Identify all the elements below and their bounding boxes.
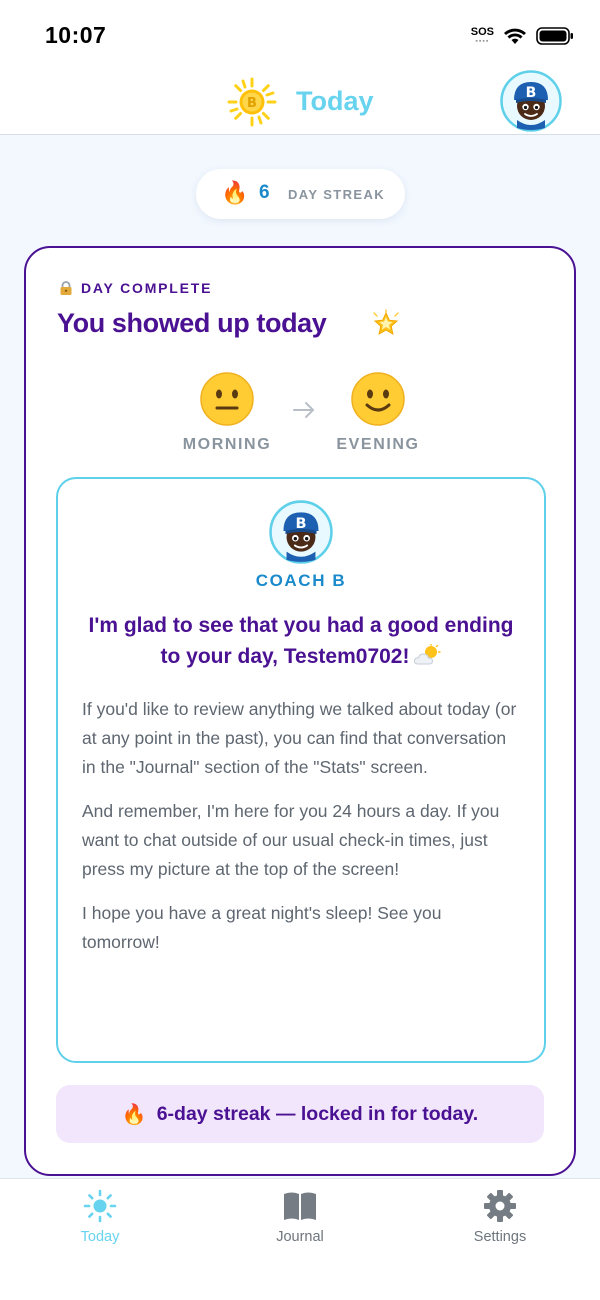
coach-paragraph: If you'd like to review anything we talk… — [82, 699, 517, 777]
coach-avatar-letter: B — [295, 516, 306, 532]
wifi-icon — [504, 28, 526, 44]
coach-headline: I'm glad to see that you had a good endi… — [88, 610, 514, 672]
streak-pill: 🔥 6 DAY STREAK — [196, 169, 405, 219]
streak-locked-text: 6-day streak — locked in for today. — [156, 1102, 479, 1125]
coach-message-body: If you'd like to review anything we talk… — [82, 695, 522, 972]
gear-icon — [484, 1190, 516, 1222]
status-icons: SOS ▪▪▪▪ — [471, 24, 574, 48]
day-complete-card: DAY COMPLETE You showed up today MORNING… — [24, 246, 576, 1176]
day-complete-header: DAY COMPLETE — [59, 280, 212, 296]
coach-avatar[interactable]: B — [269, 500, 333, 564]
sos-indicator: SOS ▪▪▪▪ — [470, 26, 494, 46]
tab-journal[interactable]: Journal — [230, 1189, 370, 1245]
smiling-face-icon — [351, 372, 405, 426]
fire-icon: 🔥 — [221, 180, 249, 205]
coach-paragraph: And remember, I'm here for you 24 hours … — [82, 801, 500, 879]
glowing-star-icon — [373, 309, 399, 336]
sun-icon — [83, 1189, 117, 1223]
tab-today[interactable]: Today — [30, 1189, 170, 1245]
coach-avatar-button[interactable]: B — [500, 70, 562, 132]
avatar-letter: B — [526, 85, 537, 101]
sun-behind-cloud-icon — [414, 644, 442, 665]
morning-label: MORNING — [182, 436, 272, 453]
coach-paragraph: I hope you have a great night's sleep! S… — [82, 903, 442, 952]
coach-name: COACH B — [255, 571, 347, 590]
evening-label: EVENING — [336, 436, 420, 453]
tab-journal-label: Journal — [276, 1229, 324, 1245]
arrow-right-icon — [293, 402, 314, 418]
tab-settings[interactable]: Settings — [430, 1189, 570, 1245]
status-time: 10:07 — [45, 22, 107, 48]
svg-text:B: B — [247, 96, 257, 111]
status-bar: 10:07 SOS ▪▪▪▪ — [0, 0, 600, 68]
tab-settings-label: Settings — [473, 1229, 527, 1245]
streak-count: 6 — [259, 182, 270, 203]
app-header: B Today B — [0, 68, 600, 135]
tab-today-label: Today — [80, 1229, 120, 1245]
coach-headline-text: I'm glad to see that you had a good endi… — [88, 614, 514, 668]
neutral-face-icon — [200, 372, 254, 426]
fire-icon: 🔥 — [121, 1103, 147, 1126]
day-complete-label: DAY COMPLETE — [81, 280, 213, 296]
battery-icon — [536, 27, 573, 45]
sos-label: SOS — [470, 26, 494, 38]
sun-coin-icon: B — [227, 77, 277, 127]
page-title: Today — [296, 86, 374, 116]
card-title: You showed up today — [57, 308, 327, 338]
lock-icon — [60, 281, 72, 295]
streak-locked-banner: 🔥 6-day streak — locked in for today. — [56, 1085, 544, 1143]
coach-message-panel: B COACH B I'm glad to see that you had a… — [56, 477, 546, 1063]
book-icon — [284, 1192, 316, 1220]
streak-label: DAY STREAK — [288, 187, 386, 202]
tab-bar: Today Journal Settings — [0, 1178, 600, 1300]
signal-dots-icon: ▪▪▪▪ — [475, 38, 490, 45]
